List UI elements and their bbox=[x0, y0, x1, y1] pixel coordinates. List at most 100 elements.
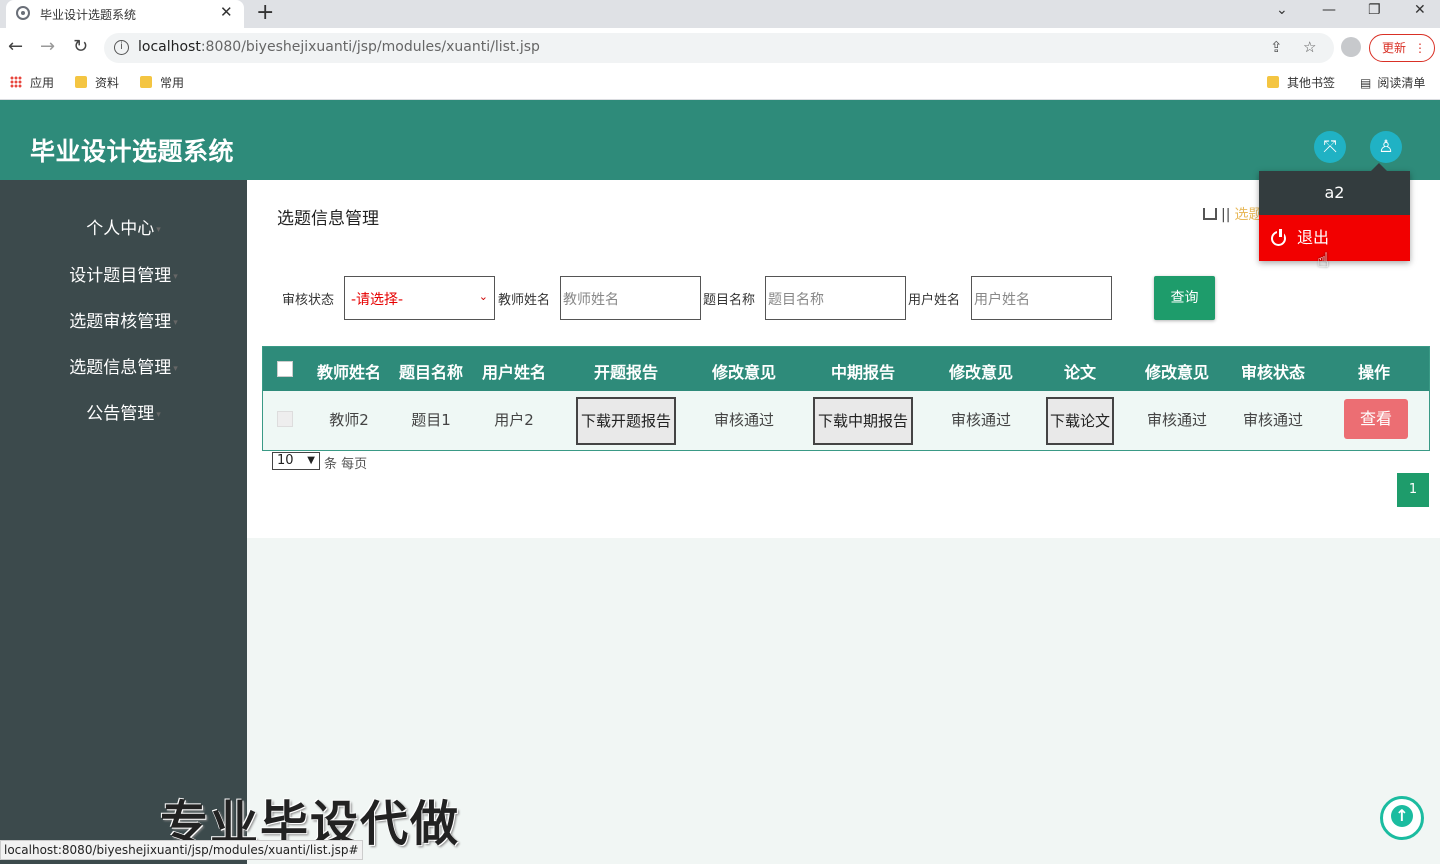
chevron-down-icon: ⌄ bbox=[478, 290, 488, 303]
profile-avatar-icon[interactable] bbox=[1341, 37, 1361, 57]
status-bar-url: localhost:8080/biyeshejixuanti/jsp/modul… bbox=[0, 840, 363, 860]
row-checkbox[interactable] bbox=[277, 411, 293, 427]
bookmark-label: 资料 bbox=[95, 76, 120, 90]
teacher-name-placeholder: 教师姓名 bbox=[563, 292, 619, 308]
user-name-placeholder: 用户姓名 bbox=[974, 292, 1030, 308]
status-select[interactable]: -请选择- ⌄ bbox=[344, 276, 495, 320]
column-header: 修改意见 bbox=[1144, 363, 1210, 382]
data-table: 教师姓名 题目名称 用户姓名 开题报告 修改意见 中期报告 修改意见 论文 修改… bbox=[262, 346, 1430, 451]
page-number-button[interactable]: 1 bbox=[1397, 473, 1429, 507]
arrow-up-icon: ↑ bbox=[1391, 805, 1413, 827]
new-tab-button[interactable]: + bbox=[256, 0, 274, 26]
chevron-down-icon: ▾ bbox=[156, 225, 161, 235]
column-header: 开题报告 bbox=[593, 363, 659, 382]
logout-label: 退出 bbox=[1297, 228, 1330, 247]
page-size-label: 条 每页 bbox=[324, 457, 368, 472]
folder-icon bbox=[1267, 76, 1279, 88]
teacher-filter-label: 教师姓名 bbox=[498, 293, 551, 308]
chevron-down-icon: ▾ bbox=[173, 318, 178, 328]
cell-topic: 题目1 bbox=[411, 411, 451, 429]
bookmark-star-icon[interactable]: ☆ bbox=[1303, 38, 1316, 56]
fullscreen-icon[interactable]: ⤧ bbox=[1314, 131, 1346, 163]
topic-filter-label: 题目名称 bbox=[703, 293, 756, 308]
sidebar: 个人中心 ▾ 设计题目管理 ▾ 选题审核管理 ▾ 选题信息管理 ▾ 公告管理 ▾ bbox=[0, 180, 247, 864]
close-tab-icon[interactable]: ✕ bbox=[220, 3, 233, 21]
sidebar-item-topic-info[interactable]: 选题信息管理 ▾ bbox=[0, 353, 247, 378]
url-bar[interactable]: i localhost:8080/biyeshejixuanti/jsp/mod… bbox=[104, 33, 1334, 63]
share-icon[interactable]: ⇪ bbox=[1270, 38, 1283, 56]
cell-user: 用户2 bbox=[494, 411, 534, 429]
cell-teacher: 教师2 bbox=[329, 411, 369, 429]
download-proposal-button[interactable]: 下载开题报告 bbox=[576, 397, 676, 445]
site-info-icon[interactable]: i bbox=[114, 40, 129, 55]
logout-button[interactable]: 退出 bbox=[1259, 215, 1410, 261]
more-menu-icon[interactable]: ⋮ bbox=[1414, 35, 1426, 61]
page-size-value: 10 bbox=[277, 453, 294, 468]
back-icon[interactable]: ← bbox=[8, 36, 23, 57]
address-toolbar: ← → ↻ i localhost:8080/biyeshejixuanti/j… bbox=[0, 28, 1440, 68]
main-content: 选题信息管理 || 选题 审核状态 -请选择- ⌄ 教师姓名 教师姓名 题目名称 题… bbox=[247, 180, 1440, 864]
reading-list[interactable]: ▤ 阅读清单 bbox=[1360, 74, 1425, 91]
download-thesis-button[interactable]: 下载论文 bbox=[1046, 397, 1114, 445]
sidebar-item-personal-center[interactable]: 个人中心 ▾ bbox=[0, 214, 247, 239]
page-size-select[interactable]: 10 ▼ bbox=[272, 452, 320, 470]
sidebar-item-label: 选题审核管理 bbox=[69, 312, 172, 332]
cell-opinion-1: 审核通过 bbox=[713, 411, 775, 429]
bookmark-apps-label: 应用 bbox=[30, 76, 55, 90]
sidebar-item-label: 个人中心 bbox=[86, 219, 155, 239]
column-header: 操作 bbox=[1357, 363, 1391, 382]
reload-icon[interactable]: ↻ bbox=[73, 36, 88, 57]
topic-name-placeholder: 题目名称 bbox=[768, 292, 824, 308]
user-dropdown: a2 退出 bbox=[1259, 163, 1410, 261]
user-name-input[interactable]: 用户姓名 bbox=[971, 276, 1112, 320]
url-text[interactable]: localhost:8080/biyeshejixuanti/jsp/modul… bbox=[138, 39, 540, 55]
restore-icon[interactable]: ❐ bbox=[1368, 2, 1381, 18]
sidebar-item-label: 选题信息管理 bbox=[69, 358, 172, 378]
status-select-value: -请选择- bbox=[351, 292, 404, 308]
select-all-checkbox[interactable] bbox=[277, 361, 293, 377]
tab-search-icon[interactable]: ⌄ bbox=[1276, 2, 1288, 18]
bookmark-folder-changyong[interactable]: 常用 bbox=[140, 74, 184, 91]
breadcrumb: || 选题 bbox=[1203, 204, 1262, 224]
status-filter-label: 审核状态 bbox=[282, 293, 335, 308]
folder-icon bbox=[75, 76, 87, 88]
bookmark-other[interactable]: 其他书签 bbox=[1267, 74, 1335, 91]
sidebar-item-label: 公告管理 bbox=[86, 404, 155, 424]
power-icon bbox=[1271, 229, 1286, 246]
app-title: 毕业设计选题系统 bbox=[30, 137, 235, 166]
bookmark-folder-ziliao[interactable]: 资料 bbox=[75, 74, 119, 91]
sidebar-item-topic-review[interactable]: 选题审核管理 ▾ bbox=[0, 307, 247, 332]
home-icon[interactable] bbox=[1203, 208, 1217, 220]
column-header: 修改意见 bbox=[948, 363, 1014, 382]
reading-list-icon: ▤ bbox=[1360, 76, 1372, 90]
user-icon[interactable]: ♙ bbox=[1370, 131, 1402, 163]
minimize-icon[interactable]: — bbox=[1322, 2, 1336, 18]
browser-tab[interactable]: 毕业设计选题系统 ✕ bbox=[6, 0, 244, 28]
topic-name-input[interactable]: 题目名称 bbox=[765, 276, 906, 320]
table-header: 教师姓名 题目名称 用户姓名 开题报告 修改意见 中期报告 修改意见 论文 修改… bbox=[263, 347, 1429, 391]
back-to-top-button[interactable]: ↑ bbox=[1380, 796, 1424, 840]
sidebar-item-topic-design[interactable]: 设计题目管理 ▾ bbox=[0, 261, 247, 286]
bookmark-label: 阅读清单 bbox=[1377, 76, 1426, 90]
view-button[interactable]: 查看 bbox=[1344, 399, 1408, 439]
app-header: 毕业设计选题系统 ⤧ ♙ bbox=[0, 100, 1440, 180]
cell-status: 审核通过 bbox=[1242, 411, 1304, 429]
bookmark-apps[interactable]: 应用 bbox=[10, 74, 54, 91]
url-path: :8080/biyeshejixuanti/jsp/modules/xuanti… bbox=[200, 39, 540, 55]
folder-icon bbox=[140, 76, 152, 88]
update-button[interactable]: 更新 ⋮ bbox=[1369, 34, 1435, 62]
download-midterm-button[interactable]: 下载中期报告 bbox=[813, 397, 913, 445]
table-row: 教师2 题目1 用户2 下载开题报告 审核通过 下载中期报告 审核通过 下载论文… bbox=[263, 391, 1429, 450]
username-label: a2 bbox=[1259, 171, 1410, 215]
forward-icon[interactable]: → bbox=[40, 36, 55, 57]
teacher-name-input[interactable]: 教师姓名 bbox=[560, 276, 701, 320]
bookmarks-bar: 应用 资料 常用 其他书签 ▤ 阅读清单 bbox=[0, 68, 1440, 100]
sidebar-item-announcements[interactable]: 公告管理 ▾ bbox=[0, 399, 247, 424]
query-button[interactable]: 查询 bbox=[1154, 276, 1215, 320]
column-header: 中期报告 bbox=[830, 363, 896, 382]
column-header: 用户姓名 bbox=[481, 363, 547, 382]
window-close-icon[interactable]: ✕ bbox=[1414, 2, 1426, 18]
column-header: 题目名称 bbox=[398, 363, 464, 382]
bookmark-label: 其他书签 bbox=[1287, 76, 1336, 90]
chevron-down-icon: ▼ bbox=[307, 455, 315, 466]
